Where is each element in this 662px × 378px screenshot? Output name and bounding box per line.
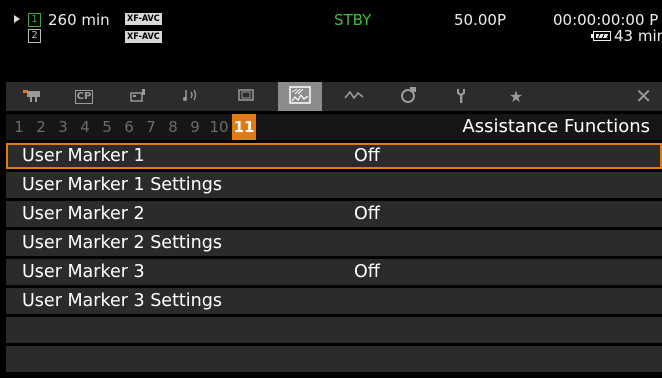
wrench-icon: [453, 86, 471, 108]
menu-item-user-marker-3-settings[interactable]: User Marker 3 Settings: [6, 288, 662, 314]
tab-my-menu[interactable]: ★: [494, 82, 538, 111]
audio-icon: [182, 87, 202, 107]
menu-item-label: User Marker 3 Settings: [22, 291, 222, 311]
tab-system-setup[interactable]: [440, 82, 484, 111]
menu-item-label: User Marker 1: [22, 146, 145, 166]
card-slot-b-icon: 2: [28, 29, 41, 43]
star-icon: ★: [508, 87, 524, 106]
menu-item-label: User Marker 1 Settings: [22, 175, 222, 195]
menu-item-user-marker-2[interactable]: User Marker 2 Off: [6, 201, 662, 227]
tab-assistance-functions[interactable]: [278, 82, 322, 111]
page-selector: 1 2 3 4 5 6 7 8 9 10 11 Assistance Funct…: [6, 114, 662, 140]
card-slot-a-icon: 1: [28, 13, 41, 27]
section-title: Assistance Functions: [462, 116, 650, 137]
menu-item-value: Off: [354, 204, 380, 224]
menu-item-empty: [6, 317, 662, 343]
waveform-icon: [343, 87, 365, 107]
page-3[interactable]: 3: [54, 114, 72, 140]
menu-tab-bar: CP ★ ✕: [6, 82, 662, 111]
frame-rate: 50.00P: [454, 11, 506, 29]
menu-item-label: User Marker 3: [22, 262, 145, 282]
page-7[interactable]: 7: [142, 114, 160, 140]
format-badge-b: XF-AVC: [125, 31, 162, 43]
page-2[interactable]: 2: [32, 114, 50, 140]
status-bar: 1 2 260 min XF-AVC XF-AVC STBY 50.00P 00…: [0, 0, 662, 82]
battery-remaining: 43 min: [614, 27, 662, 45]
recording-media-icon: [398, 86, 418, 108]
camera-icon: [21, 87, 43, 107]
menu-item-user-marker-1[interactable]: User Marker 1 Off: [6, 143, 662, 169]
camera-settings-icon: [128, 87, 148, 107]
menu-item-user-marker-2-settings[interactable]: User Marker 2 Settings: [6, 230, 662, 256]
page-8[interactable]: 8: [164, 114, 182, 140]
page-5[interactable]: 5: [98, 114, 116, 140]
tab-camera-settings[interactable]: [116, 82, 160, 111]
menu-item-label: User Marker 2: [22, 204, 145, 224]
record-mode-status: STBY: [334, 11, 372, 29]
menu-item-user-marker-1-settings[interactable]: User Marker 1 Settings: [6, 172, 662, 198]
menu-item-user-marker-3[interactable]: User Marker 3 Off: [6, 259, 662, 285]
page-10[interactable]: 10: [208, 114, 230, 140]
monitor-icon: [236, 87, 256, 107]
tab-monitoring[interactable]: [224, 82, 268, 111]
recording-time-remaining: 260 min: [48, 11, 110, 29]
cp-icon: CP: [74, 89, 94, 104]
format-badge-a: XF-AVC: [125, 13, 162, 25]
tab-waveform[interactable]: [332, 82, 376, 111]
page-4[interactable]: 4: [76, 114, 94, 140]
menu-item-label: User Marker 2 Settings: [22, 233, 222, 253]
page-6[interactable]: 6: [120, 114, 138, 140]
menu-item-value: Off: [354, 146, 380, 166]
assistance-functions-icon: [288, 84, 312, 110]
page-1[interactable]: 1: [10, 114, 28, 140]
menu-item-value: Off: [354, 262, 380, 282]
tab-recording-media[interactable]: [386, 82, 430, 111]
play-icon: [14, 15, 20, 23]
close-icon[interactable]: ✕: [635, 82, 652, 111]
tab-camera[interactable]: [10, 82, 54, 111]
tab-audio[interactable]: [170, 82, 214, 111]
page-11[interactable]: 11: [232, 114, 256, 140]
menu-item-empty: [6, 346, 662, 372]
page-9[interactable]: 9: [186, 114, 204, 140]
battery-icon: [591, 31, 611, 41]
tab-custom-picture[interactable]: CP: [62, 82, 106, 111]
